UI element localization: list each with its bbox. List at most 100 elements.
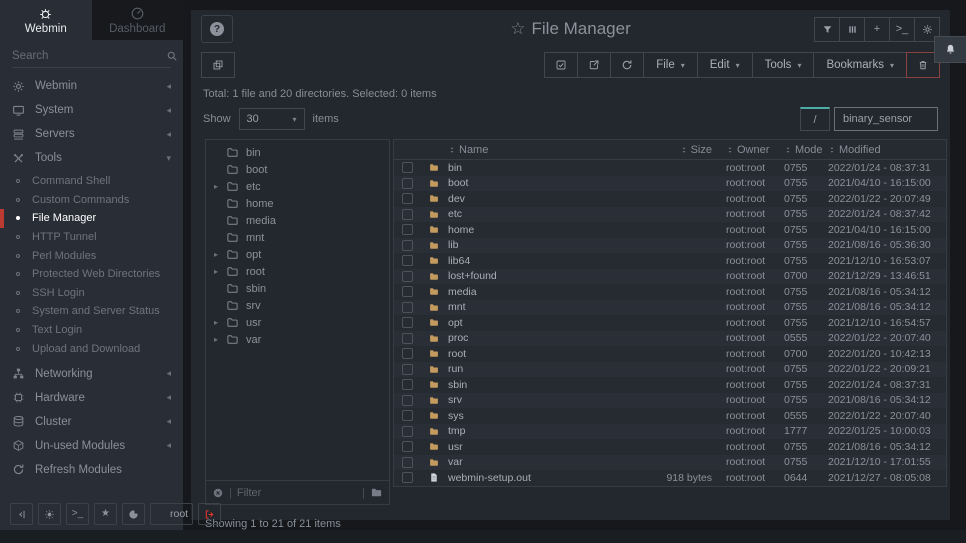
split-view-button[interactable] (201, 52, 235, 78)
row-checkbox[interactable] (402, 410, 413, 421)
column-header-modified[interactable]: Modified (828, 144, 946, 156)
table-row[interactable]: rootroot:root07002022/01/20 - 10:42:13 (394, 346, 946, 362)
row-checkbox[interactable] (402, 193, 413, 204)
row-checkbox[interactable] (402, 224, 413, 235)
table-row[interactable]: mntroot:root07552021/08/16 - 05:34:12 (394, 300, 946, 316)
row-checkbox[interactable] (402, 472, 413, 483)
filter-button[interactable] (814, 17, 840, 42)
logout-button[interactable] (198, 503, 221, 525)
submenu-item-http-tunnel[interactable]: HTTP Tunnel (0, 228, 183, 247)
table-row[interactable]: runroot:root07552022/01/22 - 20:09:21 (394, 362, 946, 378)
row-checkbox[interactable] (402, 457, 413, 468)
folder-filter-icon[interactable] (370, 486, 383, 499)
menu-file-button[interactable]: File▾ (643, 52, 698, 78)
column-header-size[interactable]: Size (634, 144, 726, 156)
tree-item-usr[interactable]: ▸usr (206, 314, 389, 331)
row-checkbox[interactable] (402, 348, 413, 359)
row-checkbox[interactable] (402, 364, 413, 375)
column-header-mode[interactable]: Mode (784, 144, 828, 156)
submenu-item-perl-modules[interactable]: Perl Modules (0, 246, 183, 265)
tree-item-etc[interactable]: ▸etc (206, 178, 389, 195)
table-row[interactable]: binroot:root07552022/01/24 - 08:37:31 (394, 160, 946, 176)
row-checkbox[interactable] (402, 379, 413, 390)
row-checkbox[interactable] (402, 178, 413, 189)
table-row[interactable]: tmproot:root17772022/01/25 - 10:00:03 (394, 424, 946, 440)
collapse-sidebar-button[interactable] (10, 503, 33, 525)
table-row[interactable]: optroot:root07552021/12/10 - 16:54:57 (394, 315, 946, 331)
sidebar-item-hardware[interactable]: Hardware◂ (0, 386, 183, 410)
table-row[interactable]: libroot:root07552021/08/16 - 05:36:30 (394, 238, 946, 254)
table-row[interactable]: homeroot:root07552021/04/10 - 16:15:00 (394, 222, 946, 238)
submenu-item-file-manager[interactable]: File Manager (0, 209, 183, 228)
terminal-button[interactable]: >_ (889, 17, 915, 42)
clear-filter-icon[interactable] (212, 487, 224, 499)
sidebar-item-tools[interactable]: Tools▾ (0, 146, 183, 170)
tree-item-boot[interactable]: boot (206, 161, 389, 178)
help-button[interactable]: ? (201, 15, 233, 43)
table-row[interactable]: webmin-setup.out918 bytesroot:root064420… (394, 470, 946, 486)
root-path-button[interactable]: / (800, 107, 830, 131)
table-row[interactable]: bootroot:root07552021/04/10 - 16:15:00 (394, 176, 946, 192)
submenu-item-custom-commands[interactable]: Custom Commands (0, 191, 183, 210)
row-checkbox[interactable] (402, 240, 413, 251)
table-row[interactable]: sysroot:root05552022/01/22 - 20:07:40 (394, 408, 946, 424)
sidebar-item-refresh-modules[interactable]: Refresh Modules (0, 458, 183, 482)
menu-edit-button[interactable]: Edit▾ (697, 52, 753, 78)
row-checkbox[interactable] (402, 271, 413, 282)
table-row[interactable]: srvroot:root07552021/08/16 - 05:34:12 (394, 393, 946, 409)
open-in-new-button[interactable] (577, 52, 611, 78)
row-checkbox[interactable] (402, 209, 413, 220)
row-checkbox[interactable] (402, 333, 413, 344)
tab-webmin[interactable]: Webmin (0, 0, 92, 40)
favorites-button[interactable]: ★ (94, 503, 117, 525)
sidebar-item-webmin[interactable]: Webmin◂ (0, 74, 183, 98)
tab-dashboard[interactable]: Dashboard (92, 0, 184, 40)
submenu-item-protected-web-directories[interactable]: Protected Web Directories (0, 265, 183, 284)
row-checkbox[interactable] (402, 317, 413, 328)
submenu-item-system-and-server-status[interactable]: System and Server Status (0, 302, 183, 321)
table-row[interactable]: mediaroot:root07552021/08/16 - 05:34:12 (394, 284, 946, 300)
notifications-button[interactable] (934, 36, 966, 63)
menu-bookmarks-button[interactable]: Bookmarks▾ (813, 52, 907, 78)
row-checkbox[interactable] (402, 426, 413, 437)
show-count-select[interactable]: 30 ▾ (239, 108, 305, 130)
submenu-item-upload-and-download[interactable]: Upload and Download (0, 339, 183, 358)
select-all-button[interactable] (544, 52, 578, 78)
table-row[interactable]: lost+foundroot:root07002021/12/29 - 13:4… (394, 269, 946, 285)
sidebar-item-un-used-modules[interactable]: Un-used Modules◂ (0, 434, 183, 458)
columns-button[interactable] (839, 17, 865, 42)
refresh-button[interactable] (610, 52, 644, 78)
table-row[interactable]: usrroot:root07552021/08/16 - 05:34:12 (394, 439, 946, 455)
sidebar-item-cluster[interactable]: Cluster◂ (0, 410, 183, 434)
palette-button[interactable] (122, 503, 145, 525)
expander-icon[interactable]: ▸ (214, 182, 226, 191)
submenu-item-text-login[interactable]: Text Login (0, 321, 183, 340)
table-row[interactable]: devroot:root07552022/01/22 - 20:07:49 (394, 191, 946, 207)
row-checkbox[interactable] (402, 255, 413, 266)
theme-button[interactable] (38, 503, 61, 525)
add-button[interactable]: + (864, 17, 890, 42)
terminal-button[interactable]: >_ (66, 503, 89, 525)
expander-icon[interactable]: ▸ (214, 250, 226, 259)
expander-icon[interactable]: ▸ (214, 267, 226, 276)
submenu-item-command-shell[interactable]: Command Shell (0, 172, 183, 191)
tree-item-mnt[interactable]: mnt (206, 229, 389, 246)
sidebar-item-networking[interactable]: Networking◂ (0, 362, 183, 386)
tree-item-bin[interactable]: bin (206, 144, 389, 161)
sidebar-item-system[interactable]: System◂ (0, 98, 183, 122)
tree-item-home[interactable]: home (206, 195, 389, 212)
table-row[interactable]: procroot:root05552022/01/22 - 20:07:40 (394, 331, 946, 347)
tree-item-srv[interactable]: srv (206, 297, 389, 314)
row-checkbox[interactable] (402, 441, 413, 452)
row-checkbox[interactable] (402, 302, 413, 313)
tree-item-var[interactable]: ▸var (206, 331, 389, 348)
submenu-item-ssh-login[interactable]: SSH Login (0, 284, 183, 303)
expander-icon[interactable]: ▸ (214, 318, 226, 327)
column-header-owner[interactable]: Owner (726, 144, 784, 156)
tree-item-media[interactable]: media (206, 212, 389, 229)
tree-item-sbin[interactable]: sbin (206, 280, 389, 297)
tree-item-opt[interactable]: ▸opt (206, 246, 389, 263)
menu-tools-button[interactable]: Tools▾ (752, 52, 815, 78)
table-row[interactable]: etcroot:root07552022/01/24 - 08:37:42 (394, 207, 946, 223)
table-row[interactable]: lib64root:root07552021/12/10 - 16:53:07 (394, 253, 946, 269)
